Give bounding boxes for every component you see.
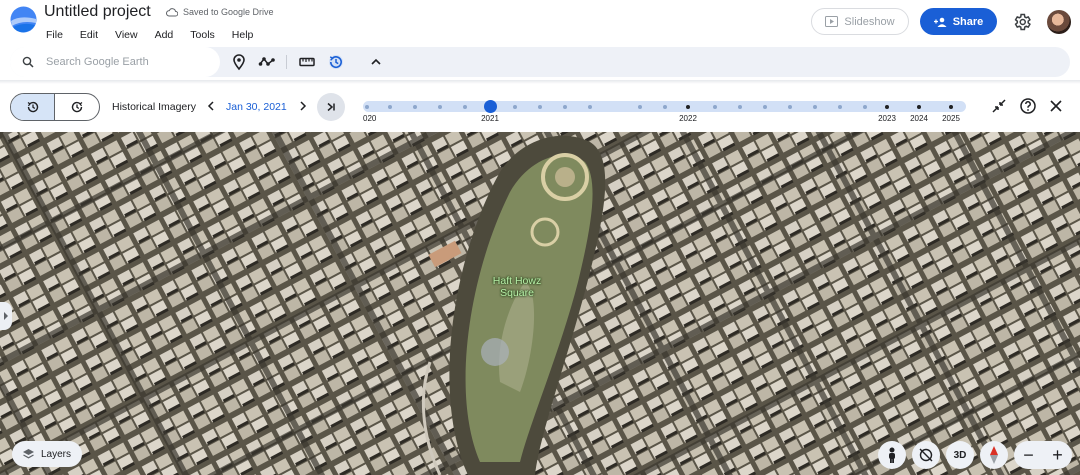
cloud-done-icon	[166, 8, 178, 17]
menu-edit[interactable]: Edit	[80, 29, 98, 41]
timeline-tick[interactable]	[838, 104, 842, 109]
timeline-tick[interactable]	[763, 104, 767, 109]
timeline-tick[interactable]	[638, 104, 642, 109]
collapse-icon[interactable]	[990, 97, 1008, 115]
tool-bar	[10, 47, 1070, 77]
menu-tools[interactable]: Tools	[190, 29, 215, 41]
timeline-tick[interactable]	[813, 104, 817, 109]
menu-bar: File Edit View Add Tools Help	[46, 29, 270, 41]
timeline-year-label: 2023	[878, 114, 896, 123]
tilt-off-icon	[919, 448, 933, 462]
satellite-imagery	[0, 132, 1080, 475]
draw-path-icon[interactable]	[258, 53, 276, 71]
timeline-tick[interactable]	[563, 104, 567, 109]
app-header: Untitled project Saved to Google Drive F…	[0, 0, 1080, 46]
history-icon	[27, 101, 38, 113]
current-mode-button[interactable]	[55, 94, 99, 120]
save-status-text: Saved to Google Drive	[183, 7, 274, 17]
project-title[interactable]: Untitled project	[44, 3, 151, 21]
compass-icon	[990, 446, 998, 464]
timeline-year-label: 2024	[910, 114, 928, 123]
gear-icon[interactable]	[1012, 12, 1032, 32]
zoom-control: − +	[1014, 441, 1072, 469]
refresh-clock-icon	[71, 101, 83, 113]
timeline-year-tick[interactable]	[949, 104, 953, 109]
timeline-tick[interactable]	[438, 104, 442, 109]
timeline-tick[interactable]	[463, 104, 467, 109]
timeline-year-tick[interactable]	[917, 104, 921, 109]
reset-tilt-button[interactable]	[912, 441, 940, 469]
zoom-in-button[interactable]: +	[1052, 445, 1063, 466]
pegman-icon	[889, 447, 895, 463]
help-icon[interactable]	[1019, 97, 1037, 115]
menu-help[interactable]: Help	[232, 29, 254, 41]
chevron-up-icon[interactable]	[367, 53, 385, 71]
save-status: Saved to Google Drive	[166, 7, 274, 17]
place-label[interactable]: Haft Howz Square	[486, 275, 548, 299]
historical-imagery-bar: Historical Imagery Jan 30, 2021 020 2021 2…	[0, 84, 1080, 132]
historical-mode-button[interactable]	[11, 94, 56, 120]
toggle-3d-button[interactable]: 3D	[946, 441, 974, 469]
skip-next-icon	[327, 102, 335, 112]
search-input[interactable]	[46, 56, 206, 68]
close-icon[interactable]	[1047, 97, 1065, 115]
timeline-year-label: 2021	[481, 114, 499, 123]
timeline-year-tick[interactable]	[885, 104, 889, 109]
google-earth-logo-icon[interactable]	[10, 6, 37, 33]
timeline-tick[interactable]	[365, 104, 369, 109]
timeline-tick[interactable]	[713, 104, 717, 109]
timeline-slider[interactable]	[363, 100, 966, 113]
chevron-right-icon[interactable]	[296, 99, 310, 113]
timeline-tick[interactable]	[388, 104, 392, 109]
imagery-mode-toggle	[10, 93, 100, 121]
menu-file[interactable]: File	[46, 29, 63, 41]
placemark-icon[interactable]	[230, 53, 248, 71]
timeline-thumb[interactable]	[483, 100, 497, 113]
timeline-tick[interactable]	[588, 104, 592, 109]
timeline-tick[interactable]	[738, 104, 742, 109]
ruler-icon[interactable]	[298, 53, 316, 71]
slideshow-button[interactable]: Slideshow	[811, 8, 909, 35]
chevron-left-icon[interactable]	[204, 99, 218, 113]
timeline-tick[interactable]	[513, 104, 517, 109]
place-label-line1: Haft Howz	[492, 275, 542, 287]
zoom-out-button[interactable]: −	[1023, 445, 1034, 466]
timeline-year-label: 020	[363, 114, 377, 123]
timeline-tick[interactable]	[538, 104, 542, 109]
timeline-year-label: 2025	[942, 114, 960, 123]
timeline-tick[interactable]	[663, 104, 667, 109]
street-view-button[interactable]	[878, 441, 906, 469]
slideshow-icon	[825, 16, 839, 27]
satellite-map-view[interactable]: Haft Howz Square Layers 3D − +	[0, 132, 1080, 475]
share-button[interactable]: Share	[920, 8, 997, 35]
historical-imagery-icon[interactable]	[327, 53, 345, 71]
menu-view[interactable]: View	[115, 29, 138, 41]
side-panel-toggle[interactable]	[0, 302, 12, 330]
search-box	[10, 47, 220, 77]
timeline-year-label: 2022	[679, 114, 697, 123]
timeline-year-tick[interactable]	[686, 104, 690, 109]
user-avatar[interactable]	[1047, 10, 1071, 34]
chevron-right-small-icon	[4, 312, 8, 320]
place-label-line2: Square	[500, 287, 534, 299]
compass-button[interactable]	[980, 441, 1008, 469]
historical-imagery-label: Historical Imagery	[112, 101, 197, 113]
layers-label: Layers	[41, 448, 72, 460]
timeline-tick[interactable]	[863, 104, 867, 109]
add-person-icon	[933, 17, 947, 27]
google-earth-app: Untitled project Saved to Google Drive F…	[0, 0, 1080, 475]
slideshow-label: Slideshow	[844, 15, 895, 28]
share-label: Share	[952, 15, 984, 28]
layers-button[interactable]: Layers	[12, 441, 82, 467]
imagery-date[interactable]: Jan 30, 2021	[226, 101, 287, 113]
menu-add[interactable]: Add	[155, 29, 174, 41]
search-icon	[22, 56, 34, 68]
skip-to-latest-button[interactable]	[317, 93, 345, 121]
toolbar-divider	[286, 55, 287, 69]
timeline-tick[interactable]	[788, 104, 792, 109]
timeline-tick[interactable]	[413, 104, 417, 109]
layers-icon	[23, 449, 34, 459]
